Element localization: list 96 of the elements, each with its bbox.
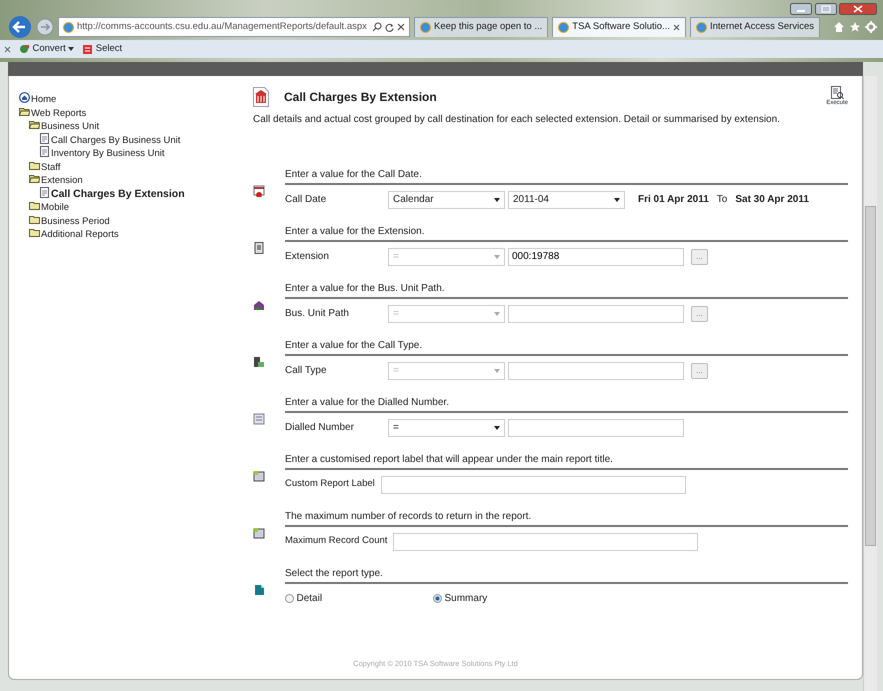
field-label: Call Type — [285, 364, 328, 378]
radio-option[interactable]: Detail — [285, 591, 433, 606]
open-folder-icon — [19, 106, 30, 116]
tree-item[interactable]: Extension — [29, 173, 245, 186]
caret-icon — [494, 368, 500, 372]
star-icon[interactable] — [849, 21, 861, 33]
caret-icon — [494, 198, 500, 202]
building-icon — [253, 299, 265, 312]
value-field[interactable] — [508, 418, 684, 436]
radio-option[interactable]: Summary — [433, 591, 488, 606]
calendar-icon — [253, 185, 265, 198]
parameter-prompt: Enter a value for the Call Date. — [285, 168, 423, 182]
browser-tab[interactable]: Internet Access Services — [690, 17, 820, 37]
document-icon — [253, 584, 265, 596]
tree-item[interactable]: Home — [19, 92, 245, 106]
minimize-icon[interactable] — [790, 2, 812, 14]
open-folder-icon — [29, 119, 40, 130]
toolbar-button[interactable]: Convert — [19, 42, 74, 56]
close-icon[interactable] — [397, 23, 405, 31]
browse-button[interactable]: ... — [691, 362, 708, 378]
search-icon[interactable] — [372, 22, 382, 32]
home-icon — [19, 92, 30, 103]
tree-item[interactable]: Web Reports — [19, 106, 245, 119]
tree-item[interactable]: Business Period — [29, 214, 245, 227]
field-label: Call Date — [285, 193, 328, 207]
date-range-start: Fri 01 Apr 2011 — [638, 193, 709, 207]
open-folder-icon — [29, 173, 40, 184]
period-type-dropdown[interactable]: Calendar — [388, 190, 505, 208]
tree-item[interactable]: Call Charges By Business Unit — [39, 132, 245, 146]
field-label: Bus. Unit Path — [285, 307, 350, 321]
text-field[interactable] — [380, 476, 686, 494]
home-icon[interactable] — [833, 21, 845, 33]
caret-icon — [494, 312, 500, 316]
maximize-icon[interactable] — [814, 2, 836, 14]
scrollbar-thumb[interactable] — [865, 206, 876, 546]
toolbar-button[interactable]: Select — [82, 42, 122, 56]
folder-icon — [29, 160, 40, 170]
parameter-prompt: The maximum number of records to return in the report. — [285, 510, 532, 524]
parameter-prompt: Enter a value for the Dialled Number. — [285, 396, 450, 410]
refresh-icon[interactable] — [385, 22, 394, 32]
document-icon — [39, 186, 50, 198]
date-range-separator: To — [716, 193, 728, 207]
browse-button[interactable]: ... — [691, 306, 708, 322]
scrollbar[interactable] — [863, 76, 877, 691]
close-icon[interactable] — [839, 2, 877, 14]
report-search-icon — [830, 86, 844, 100]
operator-dropdown[interactable]: = — [388, 418, 505, 436]
close-icon[interactable] — [672, 24, 680, 31]
parameter-prompt: Enter a customised report label that will appear under the main report title. — [285, 453, 614, 467]
parameter-prompt: Enter a value for the Extension. — [285, 225, 426, 239]
tree-item[interactable]: Business Unit — [29, 119, 245, 132]
document-icon — [39, 146, 50, 157]
caret-icon — [494, 254, 500, 258]
parameter-prompt: Enter a value for the Bus. Unit Path. — [285, 282, 446, 296]
globe-icon — [558, 22, 570, 33]
field-label: Dialled Number — [285, 421, 355, 435]
parameter-prompt: Enter a value for the Call Type. — [285, 339, 424, 353]
tree-item[interactable]: Mobile — [29, 200, 245, 214]
browse-button[interactable]: ... — [691, 248, 708, 264]
folder-icon — [29, 200, 40, 211]
close-icon[interactable] — [4, 46, 11, 52]
report-description: Call details and actual cost grouped by call destination for each selected extension. Detail or summarised by extension. — [253, 113, 781, 127]
field-label: Extension — [285, 250, 330, 264]
caret-icon — [68, 47, 74, 51]
report-icon — [253, 86, 269, 106]
globe-icon — [420, 22, 431, 33]
value-field[interactable]: 000:19788 — [508, 248, 684, 266]
value-field[interactable] — [508, 304, 684, 322]
period-dropdown[interactable]: 2011-04 — [508, 190, 625, 208]
browser-tab[interactable]: Keep this page open to ... — [414, 17, 548, 37]
globe-icon — [63, 22, 74, 32]
document-icon — [82, 43, 94, 55]
browser-tab[interactable]: TSA Software Solutio... — [552, 17, 686, 37]
caret-icon — [614, 198, 620, 202]
radio-button[interactable] — [285, 594, 294, 603]
field-label: Maximum Record Count — [285, 534, 388, 548]
tree-item[interactable]: Staff — [29, 160, 245, 173]
tree-item[interactable]: Inventory By Business Unit — [39, 146, 245, 160]
folder-icon — [29, 214, 40, 224]
tree-item[interactable]: Additional Reports — [29, 227, 245, 240]
globe-icon — [696, 22, 707, 33]
field-label: Custom Report Label — [285, 477, 375, 492]
tree-item[interactable]: Call Charges By Extension — [39, 186, 245, 200]
date-range-end: Sat 30 Apr 2011 — [735, 193, 809, 207]
caret-icon — [494, 426, 500, 430]
value-field[interactable] — [508, 362, 684, 380]
url-text: http://comms-accounts.csu.edu.au/ManagementReports/default.aspx — [77, 20, 368, 34]
settings-icon[interactable] — [865, 21, 877, 33]
report-title: Call Charges By Extension — [284, 88, 438, 106]
folder-icon — [29, 227, 40, 238]
address-bar[interactable]: http://comms-accounts.csu.edu.au/ManagementReports/default.aspx — [58, 17, 410, 37]
parameter-prompt: Select the report type. — [285, 567, 384, 581]
radio-button[interactable] — [433, 594, 442, 603]
text-field[interactable] — [393, 532, 698, 550]
document-icon — [39, 132, 50, 144]
convert-icon — [19, 43, 30, 55]
